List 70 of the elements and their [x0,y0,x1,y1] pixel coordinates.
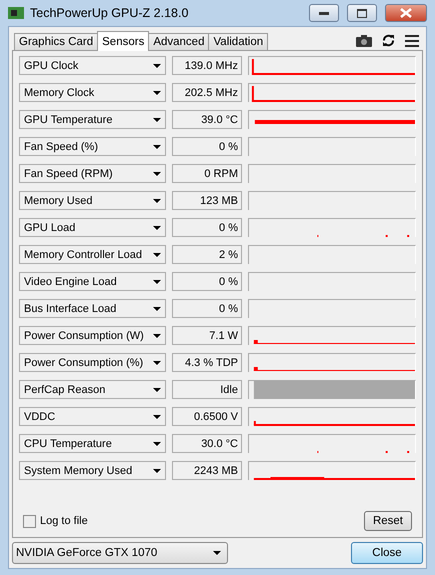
sensor-select[interactable]: Fan Speed (RPM) [19,164,166,183]
close-window-button[interactable] [385,4,427,22]
sensor-value: 0 RPM [172,164,242,183]
sensor-value: 0 % [172,272,242,291]
caret-icon [153,306,161,310]
sensor-value: 202.5 MHz [172,83,242,102]
sensor-select[interactable]: VDDC [19,407,166,426]
tab[interactable]: Sensors [97,31,150,51]
caret-icon [153,252,161,256]
sensor-value: 0 % [172,218,242,237]
sensor-select[interactable]: GPU Clock [19,56,166,75]
caret-icon [213,551,221,555]
sensor-select[interactable]: Memory Controller Load [19,245,166,264]
caret-icon [153,360,161,364]
caret-icon [153,64,161,68]
caret-icon [153,280,161,284]
window-title: TechPowerUp GPU-Z 2.18.0 [30,6,190,20]
tab[interactable]: Validation [208,33,268,51]
app-icon [8,6,24,20]
sensor-select[interactable]: Power Consumption (%) [19,353,166,372]
sensor-select[interactable]: PerfCap Reason [19,380,166,399]
close-button[interactable]: Close [351,542,423,564]
maximize-icon [357,8,367,18]
caret-icon [153,414,161,418]
sensor-value: 2 % [172,245,242,264]
caret-icon [153,334,161,338]
sensor-value: 139.0 MHz [172,56,242,75]
checkbox[interactable] [23,514,36,528]
sensor-select[interactable]: Power Consumption (W) [19,326,166,345]
maximize-button[interactable] [347,4,377,22]
caret-icon [153,90,161,94]
sensor-value: 0 % [172,299,242,318]
tab[interactable]: Advanced [148,33,210,51]
sensor-select[interactable]: System Memory Used [19,461,166,480]
refresh-icon[interactable] [382,34,395,47]
log-checkbox[interactable]: Log to file [23,514,88,528]
checkbox-label: Log to file [40,515,88,527]
caret-icon [153,442,161,446]
sensor-select[interactable]: Fan Speed (%) [19,137,166,156]
camera-icon[interactable] [356,34,372,46]
sensor-value: 0.6500 V [172,407,242,426]
sensor-value: 123 MB [172,191,242,210]
minimize-icon [319,12,329,14]
sensor-select[interactable]: Video Engine Load [19,272,166,291]
caret-icon [153,388,161,392]
sensor-value: 4.3 % TDP [172,353,242,372]
sensor-value: Idle [172,380,242,399]
sensor-value: 30.0 °C [172,434,242,453]
tab[interactable]: Graphics Card [14,33,98,51]
caret-icon [153,198,161,202]
sensor-value: 39.0 °C [172,110,242,129]
caret-icon [153,118,161,122]
sensor-select[interactable]: Bus Interface Load [19,299,166,318]
menu-icon[interactable] [405,34,419,46]
close-icon [400,8,412,18]
sensor-select[interactable]: Memory Clock [19,83,166,102]
sensor-select[interactable]: CPU Temperature [19,434,166,453]
gpu-dropdown[interactable]: NVIDIA GeForce GTX 1070 [12,542,228,564]
caret-icon [153,468,161,472]
minimize-button[interactable] [309,4,339,22]
caret-icon [153,144,161,148]
sensor-select[interactable]: GPU Temperature [19,110,166,129]
reset-button[interactable]: Reset [364,511,412,531]
caret-icon [153,226,161,230]
sensor-value: 0 % [172,137,242,156]
caret-icon [153,172,161,176]
sensor-value: 7.1 W [172,326,242,345]
sensor-select[interactable]: GPU Load [19,218,166,237]
sensor-select[interactable]: Memory Used [19,191,166,210]
sensor-value: 2243 MB [172,461,242,480]
